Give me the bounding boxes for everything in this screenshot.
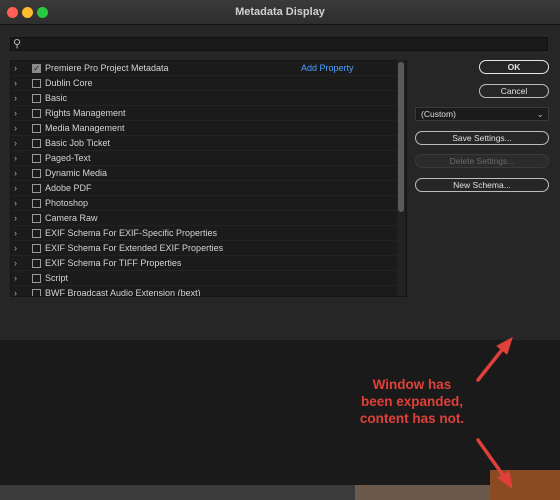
chevron-right-icon[interactable]: › bbox=[14, 211, 17, 226]
add-property-link[interactable]: Add Property bbox=[301, 61, 354, 76]
search-input[interactable]: ⚲ bbox=[10, 37, 548, 51]
window-title: Metadata Display bbox=[235, 6, 325, 18]
checkbox[interactable] bbox=[32, 214, 41, 223]
list-item-label: Basic Job Ticket bbox=[45, 138, 111, 148]
checkbox[interactable] bbox=[32, 169, 41, 178]
metadata-display-window: Metadata Display ⚲ › ✓ Premiere Pro Proj… bbox=[0, 0, 560, 500]
cancel-button[interactable]: Cancel bbox=[479, 84, 549, 98]
desktop-background-patch bbox=[355, 485, 490, 500]
annotation-line: Window has bbox=[372, 377, 452, 392]
chevron-right-icon[interactable]: › bbox=[14, 91, 17, 106]
annotation-line: content has not. bbox=[359, 411, 465, 426]
list-item[interactable]: › Basic bbox=[11, 91, 406, 106]
list-item[interactable]: › Dynamic Media bbox=[11, 166, 406, 181]
list-item-label: Dublin Core bbox=[45, 78, 93, 88]
list-item[interactable]: › ✓ Premiere Pro Project Metadata Add Pr… bbox=[11, 61, 406, 76]
checkbox[interactable] bbox=[32, 154, 41, 163]
checkbox[interactable] bbox=[32, 229, 41, 238]
checkbox[interactable] bbox=[32, 289, 41, 296]
chevron-right-icon[interactable]: › bbox=[14, 256, 17, 271]
checkbox[interactable]: ✓ bbox=[32, 64, 41, 73]
delete-settings-button[interactable]: Delete Settings... bbox=[415, 154, 549, 168]
chevron-right-icon[interactable]: › bbox=[14, 181, 17, 196]
list-item[interactable]: › Dublin Core bbox=[11, 76, 406, 91]
save-settings-button[interactable]: Save Settings... bbox=[415, 131, 549, 145]
annotation-text: Window has been expanded, content has no… bbox=[350, 376, 474, 427]
preset-dropdown-value: (Custom) bbox=[421, 109, 456, 119]
preset-dropdown[interactable]: (Custom) ⌄ bbox=[415, 107, 549, 121]
chevron-right-icon[interactable]: › bbox=[14, 121, 17, 136]
checkbox[interactable] bbox=[32, 139, 41, 148]
scrollbar-thumb[interactable] bbox=[398, 62, 404, 212]
chevron-right-icon[interactable]: › bbox=[14, 106, 17, 121]
list-item-label: EXIF Schema For EXIF-Specific Properties bbox=[45, 228, 218, 238]
list-item-label: Adobe PDF bbox=[45, 183, 92, 193]
list-item[interactable]: › Rights Management bbox=[11, 106, 406, 121]
list-item[interactable]: › Media Management bbox=[11, 121, 406, 136]
desktop-background-patch bbox=[490, 470, 560, 500]
chevron-right-icon[interactable]: › bbox=[14, 166, 17, 181]
list-item[interactable]: › BWF Broadcast Audio Extension (bext) bbox=[11, 286, 406, 297]
list-item-label: EXIF Schema For TIFF Properties bbox=[45, 258, 182, 268]
checkbox[interactable] bbox=[32, 94, 41, 103]
list-item-label: Photoshop bbox=[45, 198, 89, 208]
checkbox[interactable] bbox=[32, 109, 41, 118]
list-item-label: Rights Management bbox=[45, 108, 126, 118]
chevron-right-icon[interactable]: › bbox=[14, 286, 17, 296]
checkbox[interactable] bbox=[32, 124, 41, 133]
chevron-right-icon[interactable]: › bbox=[14, 61, 17, 76]
list-item-label: Paged-Text bbox=[45, 153, 91, 163]
list-item[interactable]: › Photoshop bbox=[11, 196, 406, 211]
checkbox[interactable] bbox=[32, 244, 41, 253]
list-item[interactable]: › EXIF Schema For EXIF-Specific Propertie… bbox=[11, 226, 406, 241]
chevron-right-icon[interactable]: › bbox=[14, 136, 17, 151]
expanded-empty-area bbox=[0, 340, 560, 485]
list-item-label: Camera Raw bbox=[45, 213, 98, 223]
chevron-right-icon[interactable]: › bbox=[14, 241, 17, 256]
checkbox[interactable] bbox=[32, 184, 41, 193]
chevron-right-icon[interactable]: › bbox=[14, 196, 17, 211]
list-item[interactable]: › Camera Raw bbox=[11, 211, 406, 226]
ok-button[interactable]: OK bbox=[479, 60, 549, 74]
checkbox[interactable] bbox=[32, 274, 41, 283]
list-item[interactable]: › EXIF Schema For Extended EXIF Propertie… bbox=[11, 241, 406, 256]
list-item[interactable]: › EXIF Schema For TIFF Properties bbox=[11, 256, 406, 271]
list-item-label: Media Management bbox=[45, 123, 125, 133]
metadata-schema-list: › ✓ Premiere Pro Project Metadata Add Pr… bbox=[10, 60, 407, 297]
list-item-label: Basic bbox=[45, 93, 68, 103]
chevron-right-icon[interactable]: › bbox=[14, 151, 17, 166]
list-item[interactable]: › Script bbox=[11, 271, 406, 286]
new-schema-button[interactable]: New Schema... bbox=[415, 178, 549, 192]
checkbox[interactable] bbox=[32, 199, 41, 208]
list-item-label: BWF Broadcast Audio Extension (bext) bbox=[45, 288, 201, 297]
list-item[interactable]: › Paged-Text bbox=[11, 151, 406, 166]
checkbox[interactable] bbox=[32, 259, 41, 268]
list-item[interactable]: › Basic Job Ticket bbox=[11, 136, 406, 151]
annotation-line: been expanded, bbox=[360, 394, 464, 409]
list-scrollbar[interactable] bbox=[397, 60, 405, 296]
chevron-right-icon[interactable]: › bbox=[14, 226, 17, 241]
search-icon: ⚲ bbox=[13, 38, 22, 50]
list-item[interactable]: › Adobe PDF bbox=[11, 181, 406, 196]
list-item-label: Premiere Pro Project Metadata bbox=[45, 63, 169, 73]
chevron-right-icon[interactable]: › bbox=[14, 271, 17, 286]
checkbox[interactable] bbox=[32, 79, 41, 88]
list-item-label: EXIF Schema For Extended EXIF Properties bbox=[45, 243, 224, 253]
chevron-down-icon: ⌄ bbox=[536, 109, 544, 119]
chevron-right-icon[interactable]: › bbox=[14, 76, 17, 91]
title-bar: Metadata Display bbox=[0, 0, 560, 25]
list-item-label: Script bbox=[45, 273, 69, 283]
list-item-label: Dynamic Media bbox=[45, 168, 108, 178]
